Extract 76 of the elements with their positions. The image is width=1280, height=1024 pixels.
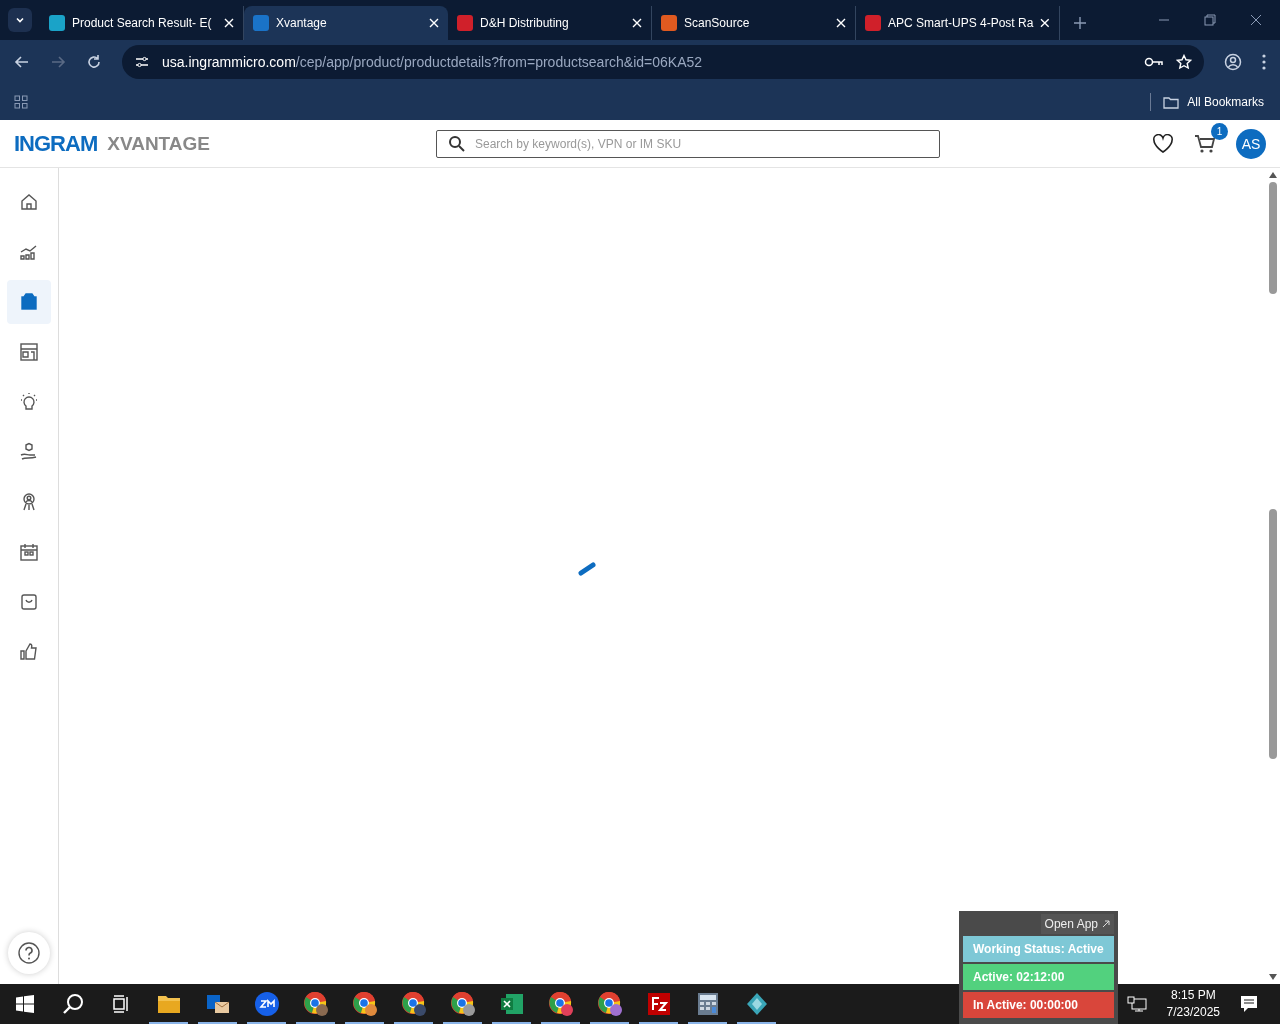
browser-profile-icon (449, 991, 476, 1017)
apps-grid-icon[interactable] (14, 95, 28, 109)
bag-icon (19, 592, 39, 612)
site-settings-icon[interactable] (134, 54, 150, 70)
hand-icon (19, 442, 39, 462)
status-bar: Active: 02:12:00 (963, 964, 1114, 990)
profile-icon[interactable] (1224, 53, 1242, 71)
search-icon (448, 134, 466, 153)
menu-icon[interactable] (1262, 54, 1266, 70)
tab-title: ScanSource (684, 16, 751, 30)
heart-icon[interactable] (1152, 133, 1174, 154)
open-app-button[interactable]: Open App (1040, 914, 1114, 934)
search-field[interactable]: Search by keyword(s), VPN or IM SKU (436, 129, 940, 158)
key-icon[interactable] (1144, 55, 1164, 69)
tab-title: D&H Distributing (480, 16, 570, 30)
close-icon[interactable] (1250, 14, 1262, 26)
spreadsheet-icon (499, 992, 524, 1016)
scrollbar-thumb[interactable] (1269, 182, 1277, 294)
network-icon[interactable] (1126, 996, 1147, 1012)
restore-icon[interactable] (1204, 14, 1216, 26)
mail-icon (205, 993, 230, 1015)
new-tab-icon[interactable] (1074, 17, 1086, 29)
file-transfer-icon (646, 992, 671, 1016)
status-bar: Working Status: Active (963, 936, 1114, 962)
notifications-icon[interactable] (1240, 995, 1258, 1013)
help-icon (18, 942, 40, 964)
scroll-up-icon[interactable] (1269, 172, 1277, 178)
browser-profile-icon (351, 991, 378, 1017)
diamond-icon (744, 992, 769, 1016)
calendar-icon (19, 542, 39, 562)
tab-title: APC Smart-UPS 4-Post Ra (888, 16, 1034, 30)
cart-count-badge: 1 (1211, 122, 1228, 140)
bulb-icon (19, 392, 39, 412)
help-button[interactable] (8, 932, 50, 974)
home-icon (19, 192, 39, 212)
search-icon[interactable] (62, 993, 84, 1015)
scrollbar-thumb[interactable] (1269, 509, 1277, 759)
reload-icon[interactable] (86, 54, 102, 70)
site-favicon-icon (457, 15, 473, 31)
tab-search-button[interactable] (8, 8, 32, 32)
cart-icon[interactable] (1194, 132, 1216, 155)
calculator-icon (696, 992, 719, 1016)
start-icon[interactable] (16, 995, 34, 1013)
browser-profile-icon (400, 991, 427, 1017)
scroll-down-icon[interactable] (1269, 974, 1277, 980)
star-icon[interactable] (1176, 54, 1192, 70)
site-favicon-icon (49, 15, 65, 31)
browser-tab[interactable]: Xvantage (244, 6, 448, 40)
video-meeting-icon (253, 991, 280, 1017)
external-link-icon (1102, 920, 1110, 928)
url-text: usa.ingrammicro.com/cep/app/product/productdetails?from=productsearch&id=06KA52 (162, 54, 703, 70)
box-icon (19, 292, 39, 312)
site-favicon-icon (865, 15, 881, 31)
site-favicon-icon (253, 15, 269, 31)
tab-title: Xvantage (276, 16, 328, 30)
tab-title: Product Search Result- E( (72, 16, 213, 30)
bookmarks-folder[interactable]: All Bookmarks (1161, 95, 1266, 109)
taskbar-clock[interactable]: 8:15 PM 7/23/2025 (1166, 987, 1220, 1021)
browser-profile-icon (596, 991, 623, 1017)
folder-icon (156, 993, 181, 1015)
store-icon (19, 342, 39, 362)
browser-profile-icon (302, 991, 329, 1017)
product-wordmark[interactable]: XVANTAGE (107, 132, 210, 155)
thumb-icon (19, 642, 39, 662)
logo-wordmark[interactable]: INGRAM (14, 130, 98, 157)
browser-profile-icon (547, 991, 574, 1017)
address-bar[interactable]: usa.ingrammicro.com/cep/app/product/productdetails?from=productsearch&id=06KA52 (122, 45, 1204, 79)
loading-spinner-icon (577, 562, 598, 576)
user-avatar[interactable]: AS (1236, 128, 1266, 159)
chart-icon (19, 242, 39, 262)
status-bar: In Active: 00:00:00 (963, 992, 1114, 1018)
folder-icon (1163, 95, 1180, 109)
back-icon[interactable] (14, 54, 30, 70)
site-favicon-icon (661, 15, 677, 31)
sidebar-item[interactable] (7, 280, 51, 324)
task-view-icon[interactable] (112, 995, 130, 1013)
